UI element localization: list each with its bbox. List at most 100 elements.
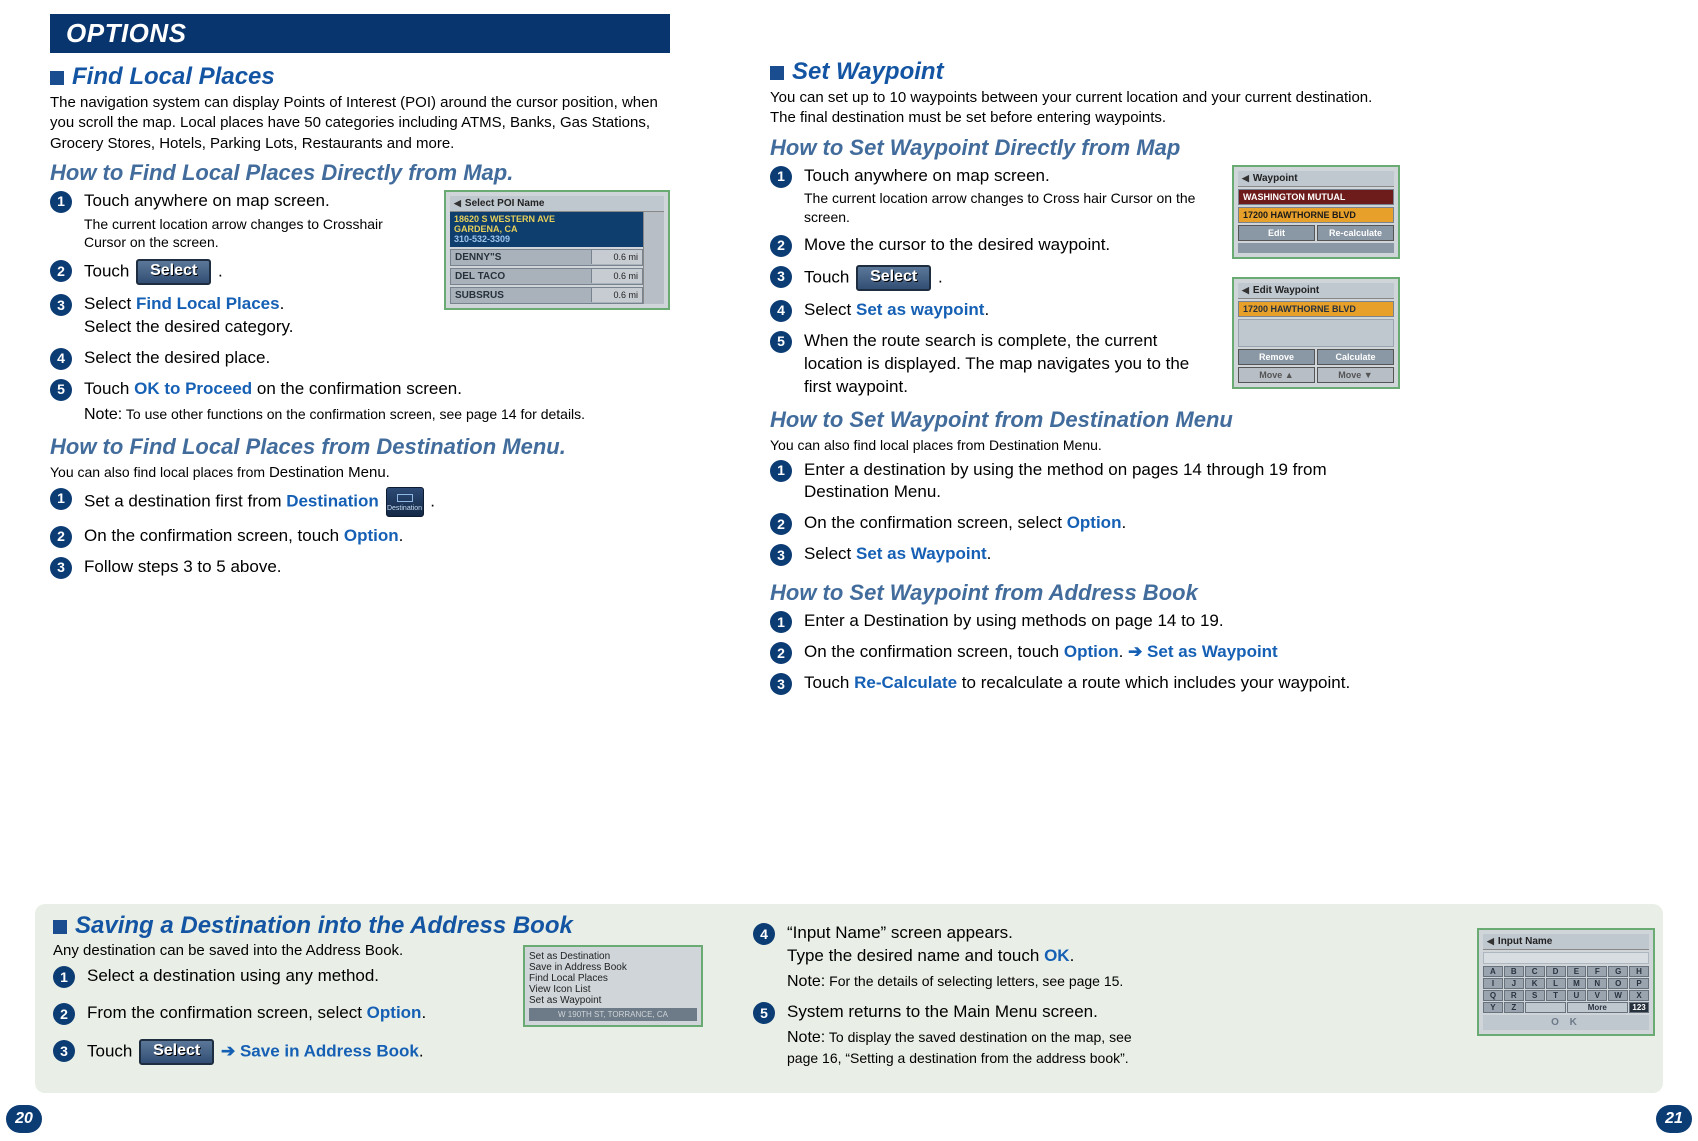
find-local-places-intro: The navigation system can display Points… xyxy=(50,93,670,154)
step-text: Touch xyxy=(87,1042,137,1061)
subheading-set-waypoint-addrbook: How to Set Waypoint from Address Book xyxy=(770,580,1390,606)
step-marker: 3 xyxy=(50,294,72,316)
options-banner: OPTIONS xyxy=(50,14,670,53)
note-text: For the details of selecting letters, se… xyxy=(825,973,1123,989)
step-marker: 1 xyxy=(770,166,792,188)
step-text: . xyxy=(984,300,989,319)
step-text: Touch anywhere on map screen. xyxy=(804,166,1050,185)
step-marker: 3 xyxy=(770,673,792,695)
highlight-option: Option xyxy=(344,526,399,545)
step-text: . xyxy=(938,267,943,286)
step-marker: 2 xyxy=(50,526,72,548)
step-text: Select the desired place. xyxy=(84,348,270,367)
step-marker: 5 xyxy=(50,379,72,401)
highlight-option: Option xyxy=(1064,642,1119,661)
step-marker: 1 xyxy=(770,460,792,482)
step-text: Touch xyxy=(84,379,134,398)
highlight-recalculate: Re-Calculate xyxy=(854,673,957,692)
screenshot-options: Set as Destination Save in Address Book … xyxy=(523,945,703,1027)
step-text: Touch anywhere on map screen. xyxy=(84,191,330,210)
step-text: Move the cursor to the desired waypoint. xyxy=(804,235,1110,254)
step-text: Set a destination first from xyxy=(84,491,286,510)
screenshot-header: Select POI Name xyxy=(450,196,664,212)
step-text: . xyxy=(430,491,435,510)
step-marker: 3 xyxy=(770,266,792,288)
highlight-ok-proceed: OK to Proceed xyxy=(134,379,252,398)
step-marker: 5 xyxy=(770,331,792,353)
note-label: Note: xyxy=(787,973,825,990)
heading-find-local-places: Find Local Places xyxy=(50,63,670,91)
save-destination-steps-left: 1 Select a destination using any method.… xyxy=(53,965,483,1065)
step-text: . xyxy=(1119,642,1128,661)
heading-save-destination: Saving a Destination into the Address Bo… xyxy=(53,912,693,940)
page-number-right: 21 xyxy=(1656,1105,1692,1133)
highlight-set-as-waypoint: Set as Waypoint xyxy=(856,544,987,563)
select-button[interactable]: Select xyxy=(139,1039,214,1065)
step-text: On the confirmation screen, select xyxy=(804,513,1067,532)
subheading-set-waypoint-destmenu: How to Set Waypoint from Destination Men… xyxy=(770,407,1390,433)
set-waypoint-destmenu-intro: You can also find local places from Dest… xyxy=(770,437,1390,453)
set-waypoint-map-steps: 1 Touch anywhere on map screen. The curr… xyxy=(770,165,1220,399)
subheading-find-local-map: How to Find Local Places Directly from M… xyxy=(50,160,670,186)
highlight-ok: OK xyxy=(1044,946,1070,965)
step-text: Select xyxy=(84,294,136,313)
step-marker: 2 xyxy=(50,260,72,282)
step-text: Select xyxy=(804,544,856,563)
step-text: . xyxy=(280,294,285,313)
screenshot-edit-waypoint: Edit Waypoint 17200 HAWTHORNE BLVD Remov… xyxy=(1232,277,1400,389)
step-text: . xyxy=(1070,946,1075,965)
highlight-set-as-waypoint: Set as waypoint xyxy=(856,300,984,319)
set-waypoint-intro: You can set up to 10 waypoints between y… xyxy=(770,88,1390,129)
highlight-option: Option xyxy=(1067,513,1122,532)
heading-find-local-places-text: Find Local Places xyxy=(72,63,275,90)
find-local-map-steps-cont: 5 Touch OK to Proceed on the confirmatio… xyxy=(50,378,670,426)
subheading-set-waypoint-map: How to Set Waypoint Directly from Map xyxy=(770,135,1390,161)
saving-destination-box: Saving a Destination into the Address Bo… xyxy=(35,904,1663,1093)
screenshot-poi: Select POI Name 18620 S WESTERN AVEGARDE… xyxy=(444,190,670,310)
save-destination-steps-right: 4 “Input Name” screen appears. Type the … xyxy=(753,922,1153,1067)
destination-icon[interactable]: Destination xyxy=(386,487,424,517)
step-text: When the route search is complete, the c… xyxy=(804,331,1189,396)
set-waypoint-destmenu-steps: 1 Enter a destination by using the method… xyxy=(770,459,1390,567)
step-text: Select a xyxy=(87,966,153,985)
step-text: destination using any method. xyxy=(153,966,379,985)
find-local-destmenu-steps: 1 Set a destination first from Destinati… xyxy=(50,487,670,579)
highlight-option: Option xyxy=(367,1003,422,1022)
highlight-save-in-address-book: Save in Address Book xyxy=(235,1042,419,1061)
step-subtext: The current location arrow changes to Cr… xyxy=(804,189,1220,225)
screenshot-waypoint: Waypoint WASHINGTON MUTUAL 17200 HAWTHOR… xyxy=(1232,165,1400,259)
step-text: . xyxy=(399,526,404,545)
subheading-find-local-destmenu: How to Find Local Places from Destinatio… xyxy=(50,434,670,460)
step-marker: 1 xyxy=(770,611,792,633)
step-marker: 2 xyxy=(770,235,792,257)
step-subtext: The current location arrow changes to Cr… xyxy=(84,215,420,251)
step-text: . xyxy=(218,262,223,281)
arrow-icon: ➔ xyxy=(221,1042,235,1061)
step-marker: 2 xyxy=(53,1003,75,1025)
step-text: On the confirmation screen, touch xyxy=(804,642,1064,661)
step-text: Follow steps 3 to 5 above. xyxy=(84,557,282,576)
step-text: Enter a Destination by using methods on … xyxy=(804,611,1224,630)
step-marker: 2 xyxy=(770,642,792,664)
step-text: Touch xyxy=(804,267,854,286)
step-marker: 1 xyxy=(50,488,72,510)
select-button[interactable]: Select xyxy=(136,259,211,285)
step-text: on the confirmation screen. xyxy=(252,379,462,398)
note-text: To display the saved destination on the … xyxy=(787,1029,1132,1066)
note-label: Note: xyxy=(787,1029,825,1046)
heading-set-waypoint: Set Waypoint xyxy=(770,58,1390,86)
select-button[interactable]: Select xyxy=(856,265,931,291)
note-label: Note: xyxy=(84,406,122,423)
find-local-destmenu-intro: You can also find local places from Dest… xyxy=(50,464,670,481)
step-marker: 1 xyxy=(53,966,75,988)
step-text: Select xyxy=(804,300,856,319)
screenshot-input-name: Input Name ABCDEFGHIJKLMNOPQRSTUVWX YZMo… xyxy=(1477,928,1655,1036)
step-text: to recalculate a route which includes yo… xyxy=(957,673,1350,692)
step-text: Enter a destination by using the method … xyxy=(804,460,1327,502)
arrow-icon: ➔ xyxy=(1128,642,1142,661)
step-marker: 3 xyxy=(53,1040,75,1062)
step-text: . xyxy=(1121,513,1126,532)
step-text: . xyxy=(987,544,992,563)
step-text: Type the desired name and touch xyxy=(787,946,1044,965)
step-text: On the confirmation screen, touch xyxy=(84,526,344,545)
